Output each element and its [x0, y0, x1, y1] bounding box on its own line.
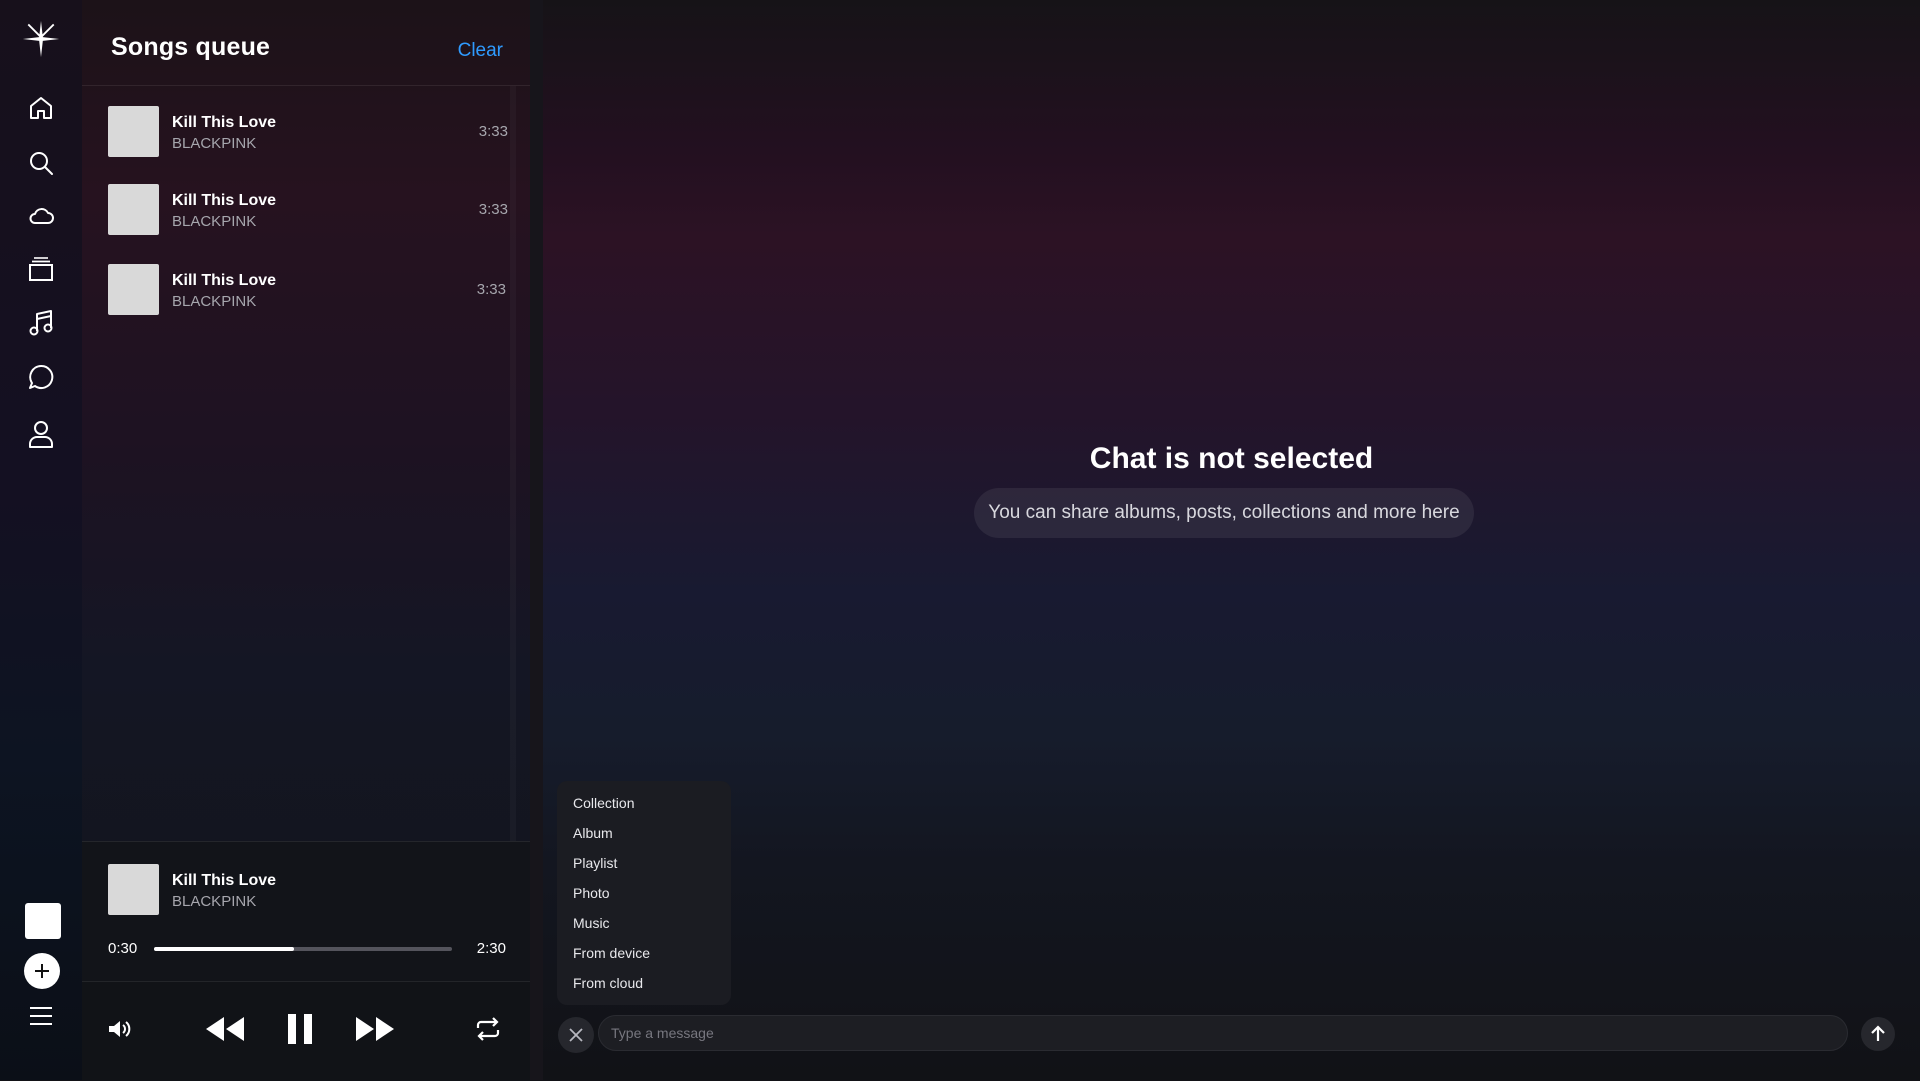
fast-forward-icon[interactable]: [354, 1012, 396, 1046]
panel-divider: [530, 0, 543, 1080]
repeat-icon[interactable]: [472, 1013, 504, 1045]
attach-menu-item-playlist[interactable]: Playlist: [573, 855, 617, 871]
progress-fill: [154, 947, 295, 951]
now-playing-mini-thumbnail[interactable]: [25, 903, 61, 939]
logo-icon[interactable]: [21, 19, 61, 59]
now-playing-thumbnail: [108, 864, 159, 915]
song-thumbnail: [108, 184, 159, 235]
song-thumbnail: [108, 106, 159, 157]
song-artist: BLACKPINK: [172, 213, 257, 230]
volume-icon[interactable]: [104, 1014, 134, 1044]
rewind-icon[interactable]: [204, 1012, 246, 1046]
queue-scrollbar[interactable]: [510, 86, 516, 841]
queue-header: Songs queue Clear: [82, 0, 530, 86]
music-note-icon[interactable]: [21, 303, 61, 343]
now-playing-title: Kill This Love: [172, 872, 277, 889]
song-title: Kill This Love: [172, 114, 277, 131]
queue-song-item[interactable]: Kill This Love BLACKPINK 3:33: [108, 264, 508, 318]
chat-icon[interactable]: [21, 357, 61, 397]
attach-menu-item-from-device[interactable]: From device: [573, 945, 650, 961]
song-thumbnail: [108, 264, 159, 315]
home-icon[interactable]: [21, 88, 61, 128]
attach-menu-item-photo[interactable]: Photo: [573, 885, 610, 901]
now-playing: Kill This Love BLACKPINK 0:30 2:30: [82, 841, 530, 982]
song-duration: 3:33: [478, 201, 508, 218]
sidebar-rail: [0, 0, 82, 1080]
collections-icon[interactable]: [21, 249, 61, 289]
send-button[interactable]: [1861, 1017, 1895, 1051]
search-icon[interactable]: [21, 143, 61, 183]
queue-song-item[interactable]: Kill This Love BLACKPINK 3:33: [108, 106, 508, 160]
songs-queue-panel: Songs queue Clear Kill This Love BLACKPI…: [82, 0, 530, 1081]
empty-chat-subtitle: You can share albums, posts, collections…: [974, 488, 1474, 538]
add-icon: [35, 964, 49, 978]
queue-title: Songs queue: [111, 33, 271, 61]
song-artist: BLACKPINK: [172, 293, 257, 310]
attach-menu-item-music[interactable]: Music: [573, 915, 610, 931]
song-duration: 3:33: [478, 123, 508, 140]
end-time: 2:30: [476, 940, 506, 957]
close-attach-button[interactable]: [558, 1017, 594, 1053]
attach-menu: Collection Album Playlist Photo Music Fr…: [557, 781, 731, 1005]
queue-song-item[interactable]: Kill This Love BLACKPINK 3:33: [108, 184, 508, 238]
attach-menu-item-collection[interactable]: Collection: [573, 795, 634, 811]
progress-slider[interactable]: [154, 947, 452, 951]
song-artist: BLACKPINK: [172, 135, 257, 152]
arrow-up-icon: [1871, 1025, 1885, 1041]
song-duration: 3:33: [476, 281, 506, 298]
add-button[interactable]: [24, 953, 60, 989]
chat-area: Chat is not selected You can share album…: [543, 0, 1920, 1080]
pause-icon[interactable]: [282, 1011, 318, 1047]
menu-icon[interactable]: [21, 996, 61, 1036]
attach-menu-item-album[interactable]: Album: [573, 825, 613, 841]
attach-menu-item-from-cloud[interactable]: From cloud: [573, 975, 643, 991]
now-playing-artist: BLACKPINK: [172, 893, 257, 910]
playback-controls: [82, 981, 530, 1081]
song-title: Kill This Love: [172, 192, 277, 209]
clear-queue-button[interactable]: Clear: [458, 40, 503, 62]
empty-chat-title: Chat is not selected: [1089, 442, 1374, 475]
close-icon: [569, 1028, 583, 1042]
current-time: 0:30: [108, 940, 138, 957]
song-title: Kill This Love: [172, 272, 277, 289]
cloud-icon[interactable]: [21, 196, 61, 236]
user-icon[interactable]: [21, 414, 61, 454]
message-input[interactable]: [598, 1015, 1848, 1051]
